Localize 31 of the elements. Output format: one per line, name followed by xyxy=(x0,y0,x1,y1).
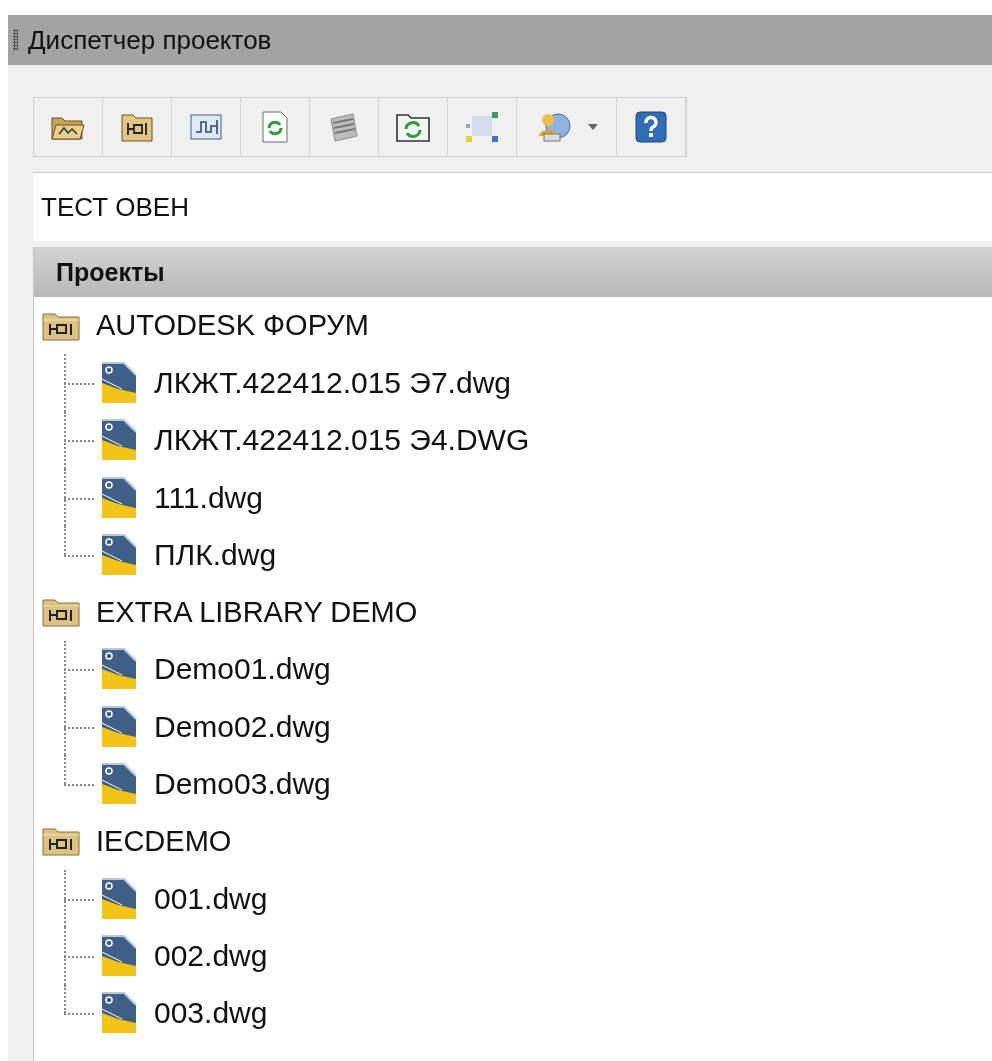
project-folder-icon xyxy=(42,597,80,628)
drawing-item[interactable]: 111.dwg xyxy=(96,475,263,520)
drawing-item[interactable]: Demo02.dwg xyxy=(96,704,331,749)
tree-header: Проекты xyxy=(34,247,992,297)
toolbar-button[interactable] xyxy=(103,98,172,156)
caret-icon[interactable] xyxy=(587,124,598,130)
active-project-field[interactable]: ТЕСТ ОВЕН xyxy=(33,172,992,241)
drawing-item[interactable]: 003.dwg xyxy=(96,991,268,1036)
project-item[interactable]: EXTRA LIBRARY DEMO xyxy=(34,583,418,641)
panel-title: Диспетчер проектов xyxy=(28,24,272,56)
project-item[interactable]: AUTODESK ФОРУМ xyxy=(34,297,369,355)
nodes-icon xyxy=(464,110,500,144)
project-folder-icon xyxy=(120,111,154,143)
project-item[interactable]: IECDEMO xyxy=(34,812,232,870)
help-icon xyxy=(635,111,667,143)
schematic-icon xyxy=(189,112,223,142)
drawing-item[interactable]: 002.dwg xyxy=(96,933,268,978)
toolbar-button[interactable] xyxy=(617,98,686,156)
project-folder-icon xyxy=(42,310,80,341)
grip-icon[interactable] xyxy=(13,29,18,51)
toolbar-button[interactable] xyxy=(379,98,448,156)
document-stack-icon xyxy=(327,111,361,143)
drawing-item[interactable]: ЛКЖТ.422412.015 Э4.DWG xyxy=(96,418,530,463)
drawing-item[interactable]: ЛКЖТ.422412.015 Э7.dwg xyxy=(96,360,511,405)
project-folder-icon xyxy=(42,826,80,857)
drawing-item[interactable]: 001.dwg xyxy=(96,876,268,921)
drawing-item[interactable]: ПЛК.dwg xyxy=(96,532,277,577)
refresh-icon xyxy=(261,110,289,144)
folder-refresh-icon xyxy=(395,111,431,143)
drawing-item[interactable]: Demo01.dwg xyxy=(96,647,331,692)
drawing-item[interactable]: Demo03.dwg xyxy=(96,762,331,806)
